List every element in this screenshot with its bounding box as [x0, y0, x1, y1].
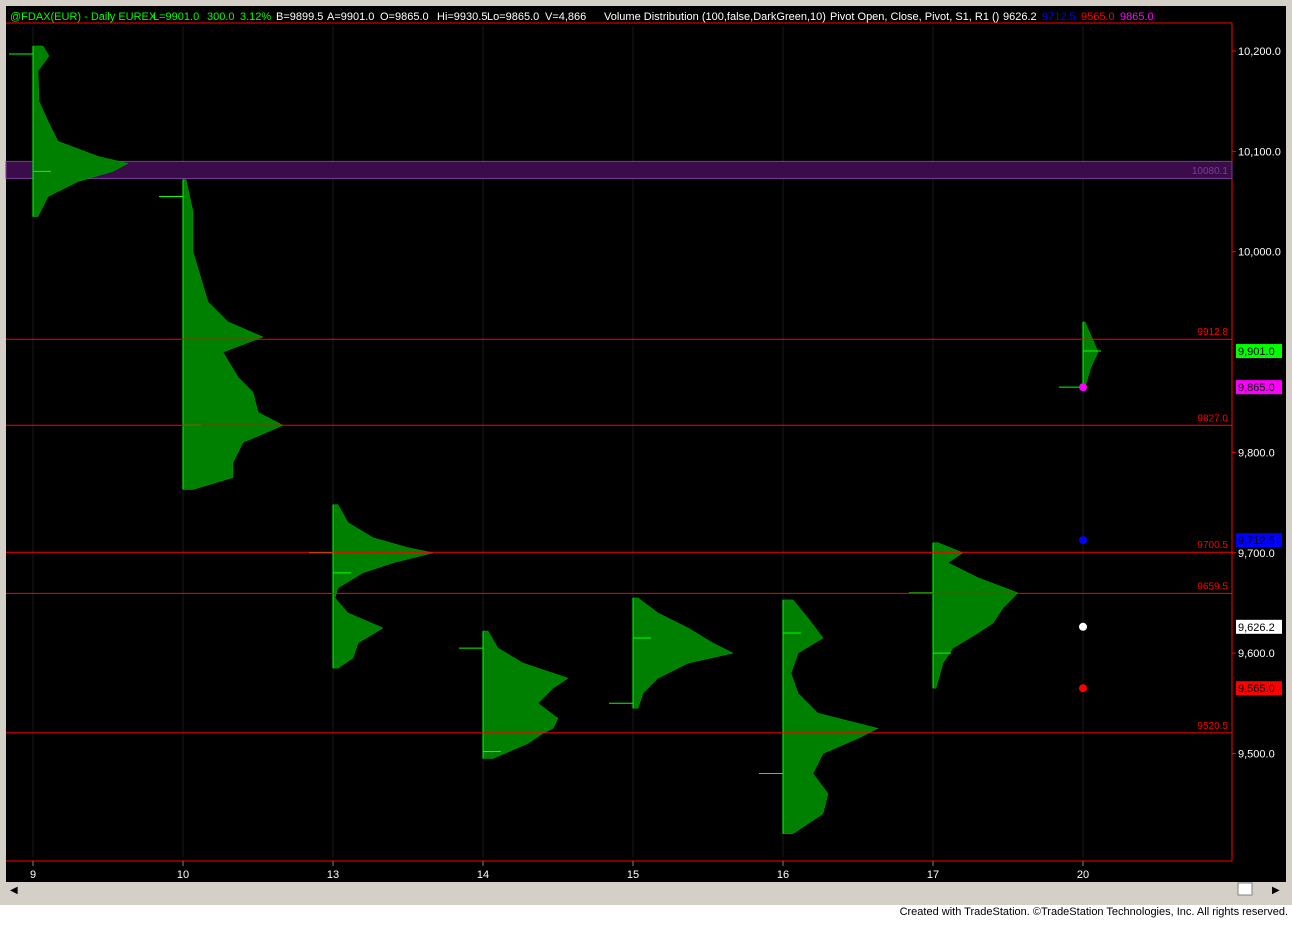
scroll-thumb[interactable] — [1237, 882, 1253, 896]
change-value: 300.0 — [207, 11, 235, 23]
y-tick-label: 9,600.0 — [1238, 648, 1275, 660]
y-tick-label: 10,200.0 — [1238, 46, 1281, 58]
symbol-title: @FDAX(EUR) - Daily EUREX — [10, 11, 157, 23]
horizontal-scrollbar[interactable] — [6, 882, 1286, 896]
price-badge-label: 9,626.2 — [1238, 622, 1275, 634]
level-label: 9659.5 — [1197, 581, 1228, 592]
price-chart: @FDAX(EUR) - Daily EUREX L=9901.0 300.0 … — [0, 0, 1292, 905]
ask-value: A=9901.0 — [327, 11, 374, 23]
last-price: L=9901.0 — [153, 11, 199, 23]
pivot-dot — [1079, 684, 1087, 693]
price-badge-label: 9,712.5 — [1238, 535, 1275, 547]
poc-band-rect — [5, 160, 1233, 179]
y-tick-label: 9,500.0 — [1238, 748, 1275, 760]
y-tick-label: 10,100.0 — [1238, 146, 1281, 158]
s1-value: 9565.0 — [1081, 11, 1115, 23]
price-badge-label: 9,565.0 — [1238, 683, 1275, 695]
scroll-right-icon[interactable]: ▶ — [1272, 885, 1280, 896]
chart-window: @FDAX(EUR) - Daily EUREX L=9901.0 300.0 … — [0, 0, 1292, 920]
footer-copyright: Created with TradeStation. ©TradeStation… — [899, 906, 1288, 918]
volume-value: V=4,866 — [545, 11, 586, 23]
bid-value: B=9899.5 — [276, 11, 323, 23]
change-percent: 3.12% — [240, 11, 271, 23]
level-label: 9827.0 — [1197, 413, 1228, 424]
x-tick-label: 10 — [177, 869, 189, 881]
y-tick-label: 9,700.0 — [1238, 548, 1275, 560]
x-tick-label: 20 — [1077, 869, 1089, 881]
pivot-value: 9626.2 — [1003, 11, 1037, 23]
x-tick-label: 15 — [627, 869, 639, 881]
x-tick-label: 9 — [30, 869, 36, 881]
pivot-dot — [1079, 536, 1087, 545]
x-tick-label: 16 — [777, 869, 789, 881]
level-label: 9912.8 — [1197, 327, 1228, 338]
x-tick-label: 13 — [327, 869, 339, 881]
x-tick-label: 17 — [927, 869, 939, 881]
open-pivot-value: 9865.0 — [1120, 11, 1154, 23]
level-label: 9520.5 — [1197, 721, 1228, 732]
y-tick-label: 10,000.0 — [1238, 247, 1281, 259]
pivot-dot — [1079, 383, 1087, 392]
high-value: Hi=9930.5 — [437, 11, 487, 23]
scroll-left-icon[interactable]: ◀ — [10, 885, 18, 896]
r1-value: 9712.5 — [1042, 11, 1076, 23]
level-label: 9700.5 — [1197, 540, 1228, 551]
poc-band: 10080.1 — [5, 160, 1233, 179]
study-pivot: Pivot Open, Close, Pivot, S1, R1 () — [830, 11, 999, 23]
study-volume-distribution: Volume Distribution (100,false,DarkGreen… — [604, 11, 826, 23]
y-tick-label: 9,800.0 — [1238, 447, 1275, 459]
x-tick-label: 14 — [477, 869, 489, 881]
pivot-dot — [1079, 622, 1087, 631]
low-value: Lo=9865.0 — [487, 11, 539, 23]
poc-band-label: 10080.1 — [1192, 166, 1229, 177]
price-badge-label: 9,901.0 — [1238, 346, 1275, 358]
price-badge-label: 9,865.0 — [1238, 382, 1275, 394]
open-value: O=9865.0 — [380, 11, 429, 23]
